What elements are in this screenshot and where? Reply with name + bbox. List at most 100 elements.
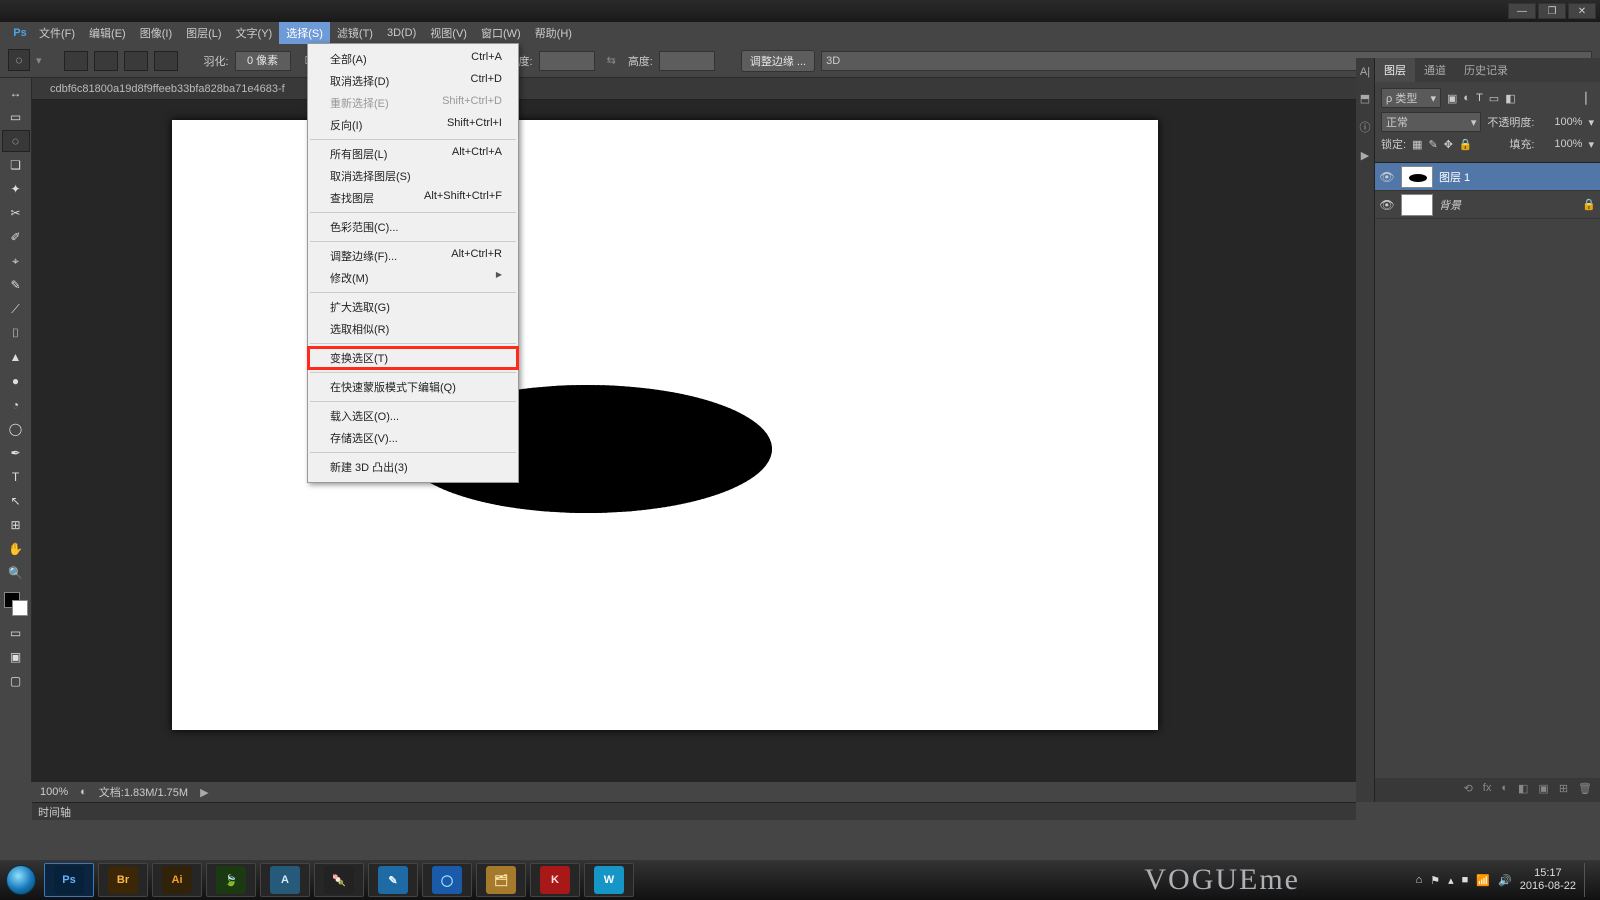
swap-wh-icon[interactable]: ⇆ (607, 54, 616, 67)
panel-footer-icon[interactable]: ▣ (1538, 782, 1548, 798)
selection-intersect-icon[interactable] (154, 51, 178, 71)
tool-17[interactable]: ↖ (2, 490, 30, 512)
tray-battery-icon[interactable]: ⌂ (1416, 874, 1423, 886)
taskbar-app[interactable]: ◯ (422, 863, 472, 897)
filter-adjust-icon[interactable]: ◐ (1463, 92, 1470, 104)
dock-icon[interactable]: A| (1360, 66, 1370, 78)
tray-arrow-icon[interactable]: ▴ (1448, 874, 1454, 887)
filter-pixel-icon[interactable]: ▣ (1447, 92, 1457, 105)
menu-图像[interactable]: 图像(I) (133, 22, 179, 44)
tool-10[interactable]: ⌷ (2, 322, 30, 344)
menu-文件[interactable]: 文件(F) (32, 22, 82, 44)
tool-0[interactable]: ↔ (2, 82, 30, 104)
panel-footer-icon[interactable]: ◐ (1501, 782, 1508, 798)
tool-6[interactable]: ✐ (2, 226, 30, 248)
selection-new-icon[interactable] (64, 51, 88, 71)
taskbar-app[interactable]: Ps (44, 863, 94, 897)
visibility-icon[interactable]: 👁 (1379, 198, 1395, 212)
menu-item[interactable]: 调整边缘(F)...Alt+Ctrl+R (308, 245, 518, 267)
document-tab[interactable]: cdbf6c81800a19d8f9ffeeb33bfa828ba71e4683… (40, 81, 295, 97)
close-button[interactable]: ✕ (1568, 3, 1596, 19)
tool-19[interactable]: ✋ (2, 538, 30, 560)
menu-帮助[interactable]: 帮助(H) (528, 22, 579, 44)
system-clock[interactable]: 15:17 2016-08-22 (1520, 867, 1576, 893)
tool-5[interactable]: ✂ (2, 202, 30, 224)
tool-mode[interactable]: ▢ (2, 670, 30, 692)
tool-9[interactable]: ⟋ (2, 298, 30, 320)
minimize-button[interactable]: — (1508, 3, 1536, 19)
layer-row[interactable]: 👁背景🔒 (1375, 191, 1600, 219)
start-button[interactable] (0, 860, 42, 900)
tool-mode[interactable]: ▭ (2, 622, 30, 644)
menu-item[interactable]: 载入选区(O)... (308, 405, 518, 427)
tool-14[interactable]: ◯ (2, 418, 30, 440)
tray-network-icon[interactable]: 📶 (1476, 874, 1490, 887)
panel-footer-icon[interactable]: ⟲ (1464, 782, 1473, 798)
tray-volume-icon[interactable]: 🔊 (1498, 874, 1512, 887)
tool-mode[interactable]: ▣ (2, 646, 30, 668)
taskbar-app[interactable]: W (584, 863, 634, 897)
tool-7[interactable]: ⌖ (2, 250, 30, 272)
tool-16[interactable]: T (2, 466, 30, 488)
panel-footer-icon[interactable]: 🗑 (1578, 782, 1592, 798)
menu-item[interactable]: 色彩范围(C)... (308, 216, 518, 238)
dock-icon[interactable]: ⓘ (1360, 119, 1371, 135)
show-desktop-button[interactable] (1584, 863, 1592, 897)
menu-item[interactable]: 取消选择(D)Ctrl+D (308, 70, 518, 92)
lock-all-icon[interactable]: 🔒 (1459, 138, 1473, 151)
menu-item[interactable]: 修改(M) (308, 267, 518, 289)
panel-tab[interactable]: 图层 (1375, 58, 1415, 82)
layer-filter-kind[interactable]: ρ 类型▾ (1381, 88, 1441, 108)
tool-2[interactable]: ◌ (2, 130, 30, 152)
tool-13[interactable]: ◔ (2, 394, 30, 416)
menu-选择[interactable]: 选择(S) (279, 22, 330, 44)
filter-toggle-icon[interactable]: ▏ (1586, 92, 1594, 105)
maximize-button[interactable]: ❐ (1538, 3, 1566, 19)
taskbar-app[interactable]: 🍃 (206, 863, 256, 897)
menu-3d[interactable]: 3D(D) (380, 22, 423, 44)
taskbar-app[interactable]: Ai (152, 863, 202, 897)
menu-item[interactable]: 在快速蒙版模式下编辑(Q) (308, 376, 518, 398)
panel-footer-icon[interactable]: ⊞ (1559, 782, 1568, 798)
visibility-icon[interactable]: 👁 (1379, 170, 1395, 184)
menu-窗口[interactable]: 窗口(W) (474, 22, 528, 44)
menu-item[interactable]: 所有图层(L)Alt+Ctrl+A (308, 143, 518, 165)
taskbar-app[interactable]: Br (98, 863, 148, 897)
menu-item[interactable]: 选取相似(R) (308, 318, 518, 340)
menu-item[interactable]: 存储选区(V)... (308, 427, 518, 449)
height-input[interactable] (659, 51, 715, 71)
menu-item[interactable]: 全部(A)Ctrl+A (308, 48, 518, 70)
zoom-level[interactable]: 100% (40, 786, 68, 798)
timeline-panel-tab[interactable]: 时间轴 (32, 802, 1356, 820)
taskbar-app[interactable]: ✎ (368, 863, 418, 897)
menu-item[interactable]: 取消选择图层(S) (308, 165, 518, 187)
tool-8[interactable]: ✎ (2, 274, 30, 296)
taskbar-app[interactable]: K (530, 863, 580, 897)
taskbar-app[interactable]: 🍡 (314, 863, 364, 897)
dock-icon[interactable]: ▶ (1361, 149, 1369, 162)
width-input[interactable] (539, 51, 595, 71)
layer-row[interactable]: 👁图层 1 (1375, 163, 1600, 191)
tool-1[interactable]: ▭ (2, 106, 30, 128)
menu-文字[interactable]: 文字(Y) (229, 22, 280, 44)
menu-item[interactable]: 扩大选取(G) (308, 296, 518, 318)
tool-4[interactable]: ✦ (2, 178, 30, 200)
lock-pos-icon[interactable]: ✥ (1444, 138, 1453, 151)
menu-编辑[interactable]: 编辑(E) (82, 22, 133, 44)
color-swatches[interactable] (4, 592, 28, 616)
filter-type-icon[interactable]: T (1476, 92, 1483, 104)
tool-12[interactable]: ● (2, 370, 30, 392)
feather-input[interactable]: 0 像素 (235, 51, 291, 71)
lock-trans-icon[interactable]: ▦ (1412, 138, 1422, 151)
tool-15[interactable]: ✒ (2, 442, 30, 464)
menu-滤镜[interactable]: 滤镜(T) (330, 22, 380, 44)
dock-icon[interactable]: ⬒ (1360, 92, 1370, 105)
menu-图层[interactable]: 图层(L) (179, 22, 228, 44)
menu-item[interactable]: 反向(I)Shift+Ctrl+I (308, 114, 518, 136)
filter-smart-icon[interactable]: ◧ (1505, 92, 1515, 105)
panel-tab[interactable]: 通道 (1415, 58, 1455, 82)
panel-footer-icon[interactable]: ◧ (1518, 782, 1528, 798)
menu-item[interactable]: 变换选区(T) (308, 347, 518, 369)
filter-shape-icon[interactable]: ▭ (1489, 92, 1499, 105)
selection-subtract-icon[interactable] (124, 51, 148, 71)
